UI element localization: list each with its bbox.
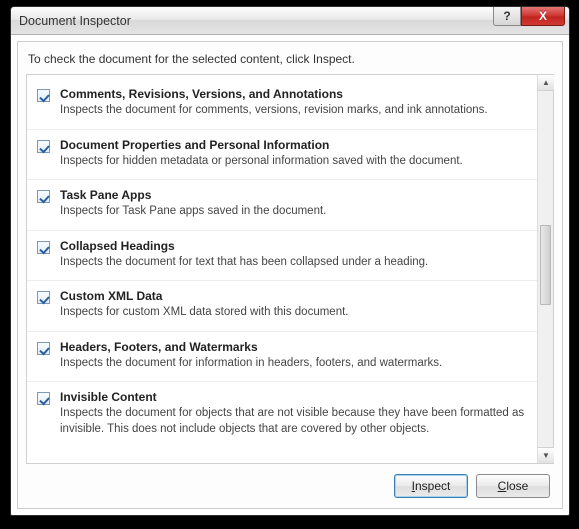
scroll-down-button[interactable]: ▼ bbox=[538, 447, 554, 463]
inspection-checkbox[interactable] bbox=[37, 291, 50, 304]
inspection-item: Custom XML Data Inspects for custom XML d… bbox=[27, 281, 537, 332]
inspection-item-desc: Inspects for Task Pane apps saved in the… bbox=[60, 204, 529, 220]
inspection-item-body: Document Properties and Personal Informa… bbox=[60, 138, 529, 170]
inspection-checkbox[interactable] bbox=[37, 190, 50, 203]
inspection-item-desc: Inspects for hidden metadata or personal… bbox=[60, 154, 529, 170]
inspection-item-title: Custom XML Data bbox=[60, 289, 529, 303]
inspection-item: Task Pane Apps Inspects for Task Pane app… bbox=[27, 180, 537, 231]
inspection-item-desc: Inspects the document for objects that a… bbox=[60, 406, 529, 437]
inspection-checkbox[interactable] bbox=[37, 342, 50, 355]
inspection-item: Comments, Revisions, Versions, and Annot… bbox=[27, 79, 537, 130]
inspection-item-body: Collapsed Headings Inspects the document … bbox=[60, 239, 529, 271]
inspection-item-title: Invisible Content bbox=[60, 390, 529, 404]
document-inspector-dialog: Document Inspector ? X To check the docu… bbox=[10, 6, 570, 516]
dialog-buttons: Inspect Close bbox=[394, 474, 550, 498]
vertical-scrollbar[interactable]: ▲ ▼ bbox=[537, 75, 553, 463]
client-area: To check the document for the selected c… bbox=[17, 41, 563, 509]
inspection-item: Headers, Footers, and Watermarks Inspects… bbox=[27, 332, 537, 383]
inspection-item-desc: Inspects the document for comments, vers… bbox=[60, 103, 529, 119]
inspection-checkbox[interactable] bbox=[37, 89, 50, 102]
scroll-thumb[interactable] bbox=[540, 225, 551, 305]
help-button[interactable]: ? bbox=[493, 7, 521, 26]
scroll-up-button[interactable]: ▲ bbox=[538, 75, 554, 91]
inspection-list-container: Comments, Revisions, Versions, and Annot… bbox=[26, 74, 554, 464]
inspection-item-title: Comments, Revisions, Versions, and Annot… bbox=[60, 87, 529, 101]
instruction-text: To check the document for the selected c… bbox=[18, 42, 562, 74]
close-window-button[interactable]: X bbox=[521, 7, 565, 26]
inspection-item: Document Properties and Personal Informa… bbox=[27, 130, 537, 181]
inspection-item-body: Comments, Revisions, Versions, and Annot… bbox=[60, 87, 529, 119]
inspect-button[interactable]: Inspect bbox=[394, 474, 468, 498]
inspection-item-title: Task Pane Apps bbox=[60, 188, 529, 202]
inspection-list: Comments, Revisions, Versions, and Annot… bbox=[27, 75, 537, 463]
inspection-item-title: Headers, Footers, and Watermarks bbox=[60, 340, 529, 354]
inspection-item-title: Collapsed Headings bbox=[60, 239, 529, 253]
inspection-checkbox[interactable] bbox=[37, 241, 50, 254]
window-title: Document Inspector bbox=[19, 14, 493, 28]
inspection-item-desc: Inspects the document for text that has … bbox=[60, 255, 529, 271]
close-button[interactable]: Close bbox=[476, 474, 550, 498]
inspection-item-body: Headers, Footers, and Watermarks Inspects… bbox=[60, 340, 529, 372]
inspection-checkbox[interactable] bbox=[37, 392, 50, 405]
inspection-item-body: Custom XML Data Inspects for custom XML d… bbox=[60, 289, 529, 321]
titlebar: Document Inspector ? X bbox=[11, 7, 569, 35]
inspection-item-title: Document Properties and Personal Informa… bbox=[60, 138, 529, 152]
inspection-item-body: Task Pane Apps Inspects for Task Pane app… bbox=[60, 188, 529, 220]
inspection-item-desc: Inspects for custom XML data stored with… bbox=[60, 305, 529, 321]
inspection-item-desc: Inspects the document for information in… bbox=[60, 356, 529, 372]
titlebar-buttons: ? X bbox=[493, 7, 569, 34]
inspection-item-body: Invisible Content Inspects the document f… bbox=[60, 390, 529, 437]
inspection-item: Invisible Content Inspects the document f… bbox=[27, 382, 537, 447]
inspection-item: Collapsed Headings Inspects the document … bbox=[27, 231, 537, 282]
inspection-checkbox[interactable] bbox=[37, 140, 50, 153]
